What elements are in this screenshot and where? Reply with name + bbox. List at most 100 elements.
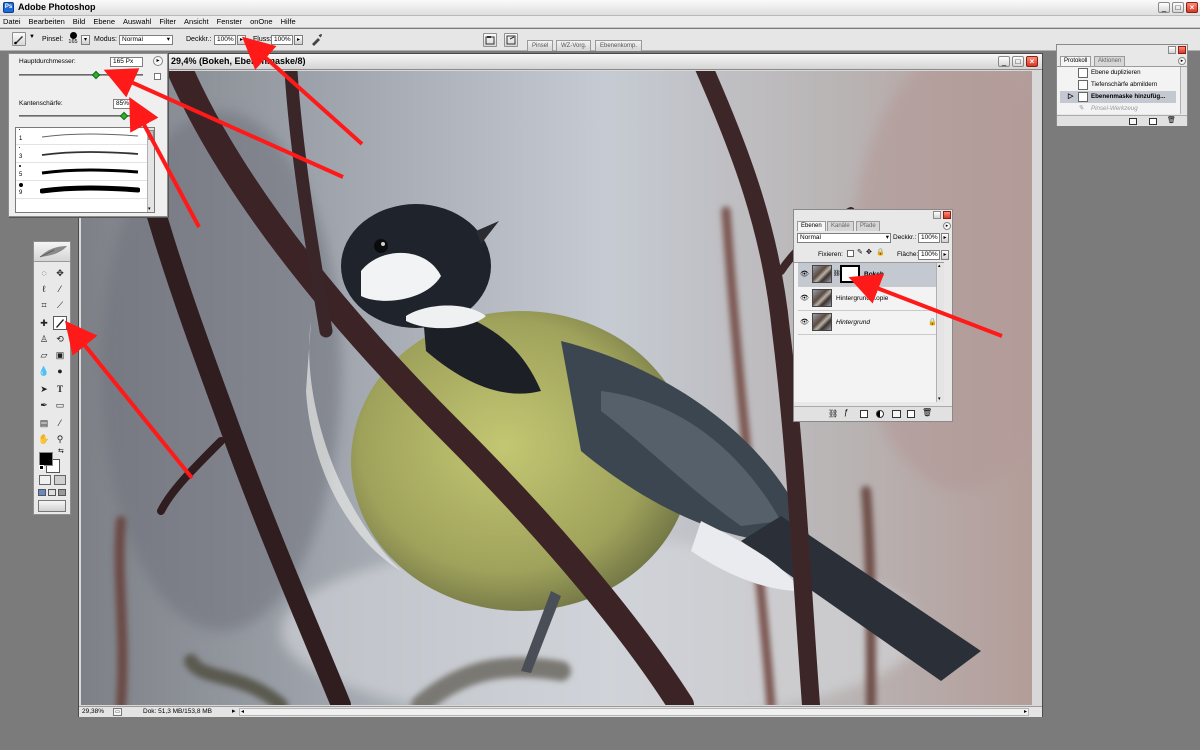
mode-select[interactable]: Normal ▾: [119, 35, 173, 45]
screen-mode-standard-icon[interactable]: [38, 489, 46, 496]
tab-history[interactable]: Protokoll: [1060, 56, 1092, 66]
brush-list-scrollbar[interactable]: ▾: [147, 128, 154, 212]
layer-mask-thumbnail[interactable]: [840, 265, 860, 283]
lock-transparency-icon[interactable]: [847, 250, 854, 257]
default-colors-icon[interactable]: [39, 465, 44, 470]
toolbox-header[interactable]: [34, 242, 70, 262]
history-panel-close-icon[interactable]: [1178, 46, 1186, 54]
minimize-button[interactable]: _: [1158, 2, 1170, 13]
brush-options-menu-icon[interactable]: ▸: [153, 56, 163, 66]
lock-position-icon[interactable]: ✥: [866, 248, 872, 256]
status-menu-arrow-icon[interactable]: ▸: [232, 707, 236, 715]
clone-stamp-tool-icon[interactable]: ♙: [37, 332, 51, 346]
visibility-eye-icon[interactable]: 👁: [800, 271, 809, 278]
jump-to-imageready-icon[interactable]: [38, 500, 66, 512]
brush-picker-dropdown-icon[interactable]: ▾: [81, 35, 90, 45]
tab-paths[interactable]: Pfade: [856, 221, 880, 231]
brush-picker[interactable]: 165: [66, 31, 80, 49]
menu-datei[interactable]: Datei: [3, 17, 21, 26]
eraser-tool-icon[interactable]: ▱: [37, 348, 51, 362]
brush-tool-preset-icon[interactable]: [12, 32, 26, 46]
marquee-tool-icon[interactable]: ◌: [37, 266, 51, 280]
reset-size-icon[interactable]: [154, 73, 161, 80]
doc-minimize-button[interactable]: _: [998, 56, 1010, 67]
brush-tool-icon[interactable]: [53, 316, 67, 330]
quick-mask-mode-icon[interactable]: [54, 475, 66, 485]
standard-mode-icon[interactable]: [39, 475, 51, 485]
doc-maximize-button[interactable]: □: [1012, 56, 1024, 67]
shape-tool-icon[interactable]: ▭: [53, 398, 67, 412]
history-brush-tool-icon[interactable]: ⟲: [53, 332, 67, 346]
visibility-eye-icon[interactable]: 👁: [800, 319, 809, 326]
layers-scrollbar[interactable]: ▴ ▾: [936, 263, 944, 402]
layer-row-bokeh[interactable]: 👁 ⛓ Bokeh: [798, 263, 940, 287]
flow-slider-arrow-icon[interactable]: ▸: [294, 35, 303, 45]
opacity-input[interactable]: 100%: [214, 35, 236, 45]
gradient-tool-icon[interactable]: ▣: [53, 348, 67, 362]
history-item[interactable]: Tiefenschärfe abmildern: [1060, 79, 1176, 91]
adjustment-layer-icon[interactable]: [876, 410, 884, 418]
history-scrollbar[interactable]: [1180, 67, 1187, 114]
link-layers-icon[interactable]: ⛓: [828, 409, 838, 418]
flow-input[interactable]: 100%: [271, 35, 293, 45]
menu-auswahl[interactable]: Auswahl: [123, 17, 151, 26]
layers-panel-close-icon[interactable]: [943, 211, 951, 219]
type-tool-icon[interactable]: T: [53, 382, 67, 396]
brush-preset-5[interactable]: 5: [16, 164, 149, 181]
palette-well-tab-layer-comps[interactable]: Ebenenkomp.: [595, 40, 643, 51]
blend-mode-select[interactable]: Normal ▾: [797, 233, 891, 243]
menu-onone[interactable]: onOne: [250, 17, 273, 26]
file-browser-icon[interactable]: [483, 33, 497, 47]
fill-input[interactable]: 100%: [918, 250, 940, 260]
menu-fenster[interactable]: Fenster: [217, 17, 242, 26]
toggle-palettes-icon[interactable]: [504, 33, 518, 47]
layer-style-icon[interactable]: ƒ: [844, 408, 848, 417]
delete-layer-icon[interactable]: 🗑: [922, 408, 932, 417]
menu-ebene[interactable]: Ebene: [93, 17, 115, 26]
add-mask-icon[interactable]: [860, 410, 868, 418]
preset-dropdown-arrow-icon[interactable]: ▼: [29, 34, 35, 40]
brush-preset-list[interactable]: 1 3 5 9 ▾: [15, 127, 155, 213]
master-diameter-input[interactable]: 165 Px: [110, 57, 143, 67]
scroll-down-icon[interactable]: ▾: [938, 396, 941, 402]
status-info-icon[interactable]: ▭: [113, 708, 122, 716]
maximize-button[interactable]: □: [1172, 2, 1184, 13]
snapshot-icon[interactable]: [1149, 118, 1157, 125]
healing-brush-tool-icon[interactable]: ✚: [37, 316, 51, 330]
layer-row-hintergrund[interactable]: 👁 Hintergrund 🔒: [798, 311, 940, 335]
tab-actions[interactable]: Aktionen: [1094, 56, 1126, 66]
new-document-from-state-icon[interactable]: [1129, 118, 1137, 125]
doc-close-button[interactable]: ×: [1026, 56, 1038, 67]
fill-arrow-icon[interactable]: ▸: [941, 250, 949, 260]
history-item[interactable]: Ebene duplizieren: [1060, 67, 1176, 79]
layer-row-hintergrund-kopie[interactable]: 👁 Hintergrund Kopie: [798, 287, 940, 311]
palette-well-tab-tool-presets[interactable]: WZ-Vorg.: [556, 40, 592, 51]
layer-opacity-input[interactable]: 100%: [918, 233, 940, 243]
close-button[interactable]: ×: [1186, 2, 1198, 13]
brush-preset-3[interactable]: 3: [16, 146, 149, 163]
slice-tool-icon[interactable]: ⟋: [53, 298, 67, 312]
scroll-down-icon[interactable]: ▾: [148, 206, 151, 212]
pen-tool-icon[interactable]: ✒: [37, 398, 51, 412]
foreground-color-swatch[interactable]: [39, 452, 53, 466]
brush-list-scroll-thumb[interactable]: [148, 130, 154, 140]
new-group-icon[interactable]: [892, 410, 901, 418]
lock-image-icon[interactable]: ✎: [857, 248, 863, 256]
tab-channels[interactable]: Kanäle: [827, 221, 854, 231]
menu-hilfe[interactable]: Hilfe: [281, 17, 296, 26]
layers-panel-minimize-icon[interactable]: [933, 211, 941, 219]
dodge-tool-icon[interactable]: ●: [53, 364, 67, 378]
brush-preset-9[interactable]: 9: [16, 182, 149, 199]
opacity-slider-arrow-icon[interactable]: ▸: [237, 35, 246, 45]
crop-tool-icon[interactable]: ⌗: [37, 298, 51, 312]
history-item-current[interactable]: ▷ Ebenenmaske hinzufüg...: [1060, 91, 1176, 103]
zoom-level[interactable]: 29,38%: [82, 708, 104, 715]
hardness-slider[interactable]: [19, 111, 143, 121]
history-panel-minimize-icon[interactable]: [1168, 46, 1176, 54]
menu-bearbeiten[interactable]: Bearbeiten: [29, 17, 65, 26]
lock-all-icon[interactable]: 🔒: [876, 248, 885, 256]
history-item-undone[interactable]: ✎ Pinsel-Werkzeug: [1060, 103, 1176, 115]
notes-tool-icon[interactable]: ▤: [37, 416, 51, 430]
tab-layers[interactable]: Ebenen: [797, 221, 826, 231]
screen-mode-full-menu-icon[interactable]: [48, 489, 56, 496]
